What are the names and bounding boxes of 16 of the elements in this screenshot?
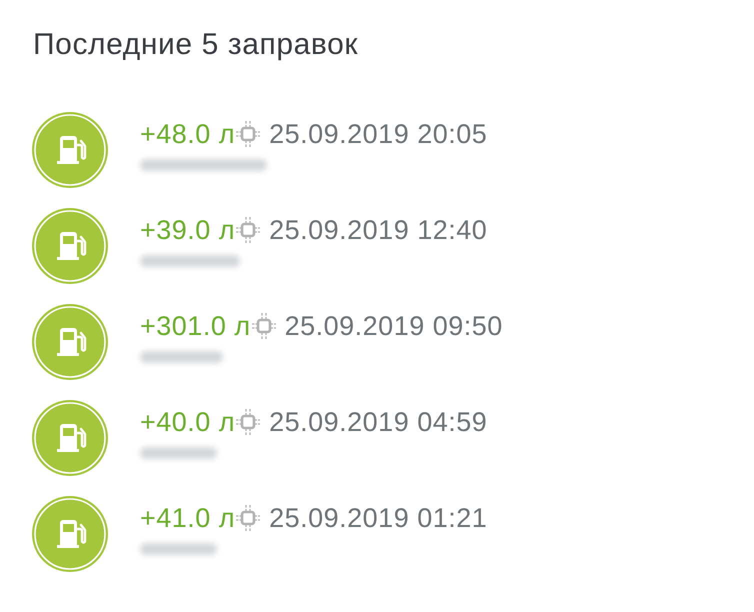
refuel-datetime: 25.09.2019 04:59 <box>269 407 488 437</box>
refuel-datetime: 25.09.2019 20:05 <box>269 119 488 149</box>
fuel-pump-icon <box>32 304 108 380</box>
section-title: Последние 5 заправок <box>33 27 360 63</box>
fuel-amount: +40.0 л <box>140 407 236 437</box>
refuel-datetime: 25.09.2019 09:50 <box>284 311 503 341</box>
refuel-datetime: 25.09.2019 01:21 <box>269 503 488 533</box>
fuel-pump-icon <box>32 112 108 188</box>
fuel-pump-icon <box>32 496 108 572</box>
fuel-pump-icon <box>32 208 108 284</box>
fuel-amount: +301.0 л <box>140 311 251 341</box>
fuel-pump-icon <box>32 400 108 476</box>
fuel-amount: +41.0 л <box>140 503 236 533</box>
fuel-amount: +39.0 л <box>140 215 236 245</box>
refuel-datetime: 25.09.2019 12:40 <box>269 215 488 245</box>
fuel-amount: +48.0 л <box>140 119 236 149</box>
